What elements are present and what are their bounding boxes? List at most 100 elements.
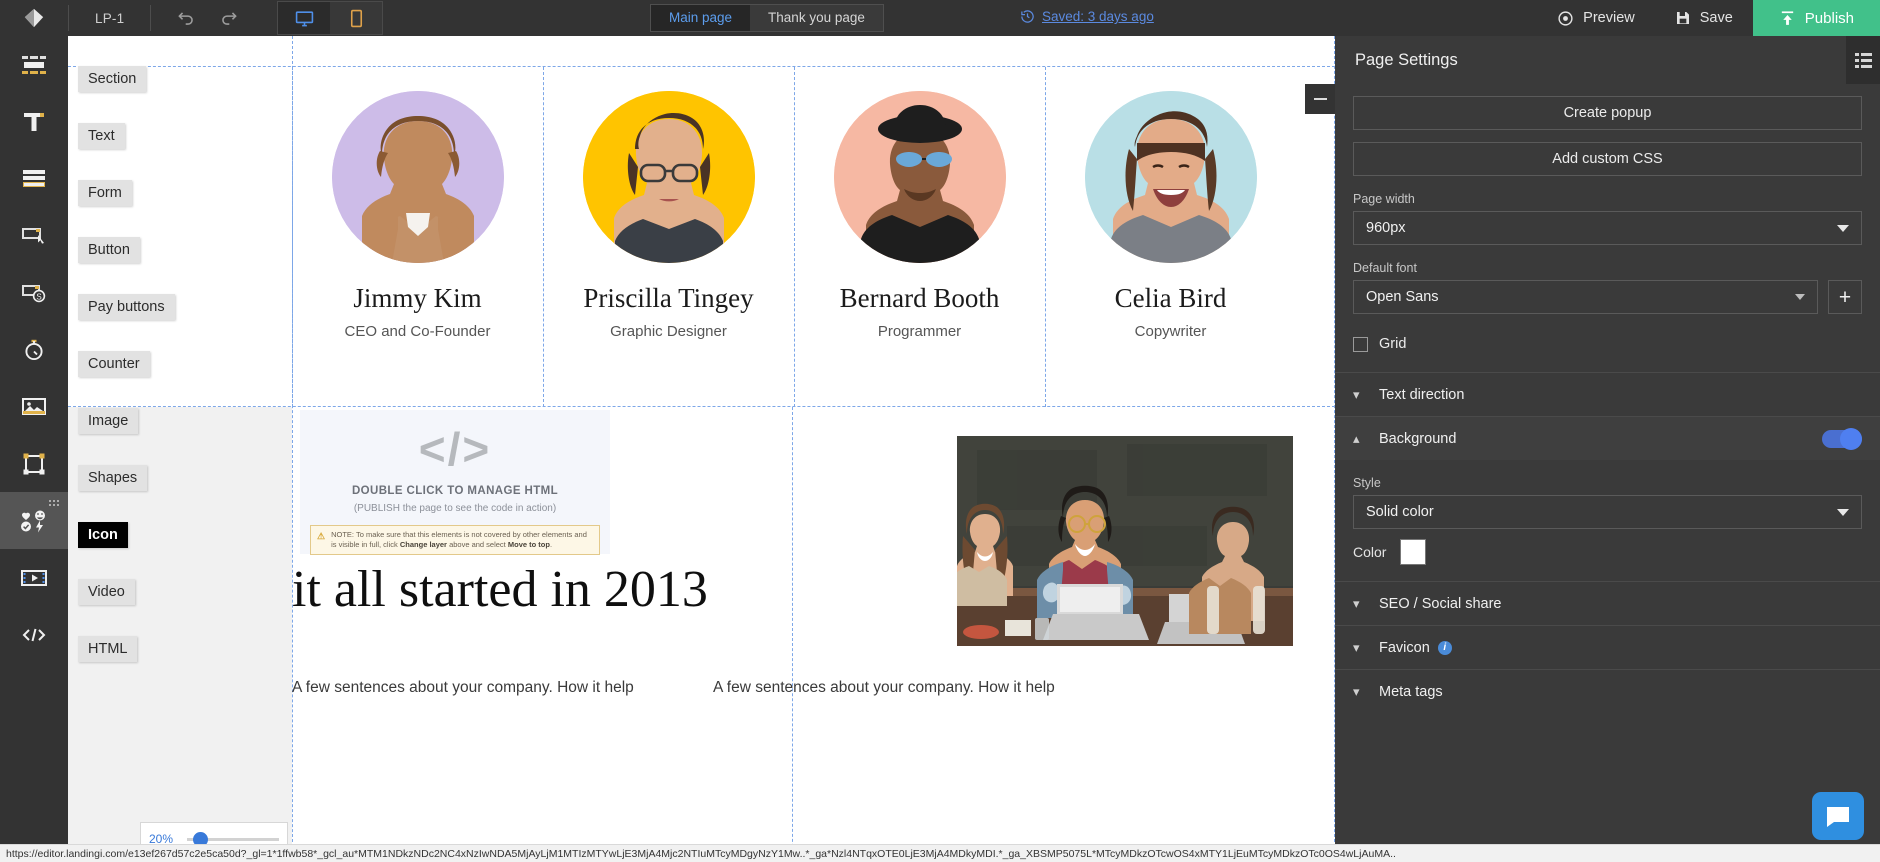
- grid-checkbox-row[interactable]: Grid: [1353, 336, 1862, 352]
- accordion-background[interactable]: ▴ Background: [1335, 416, 1880, 460]
- rail-item-button[interactable]: [0, 207, 68, 264]
- chevron-down-icon: ▾: [1353, 639, 1360, 655]
- team-member-card[interactable]: Celia Bird Copywriter: [1045, 67, 1295, 407]
- blurb-right[interactable]: A few sentences about your company. How …: [713, 676, 1083, 699]
- page-heading[interactable]: it all started in 2013: [292, 560, 708, 619]
- warning-icon: ⚠: [317, 531, 326, 541]
- button-cursor-icon: [22, 227, 44, 244]
- page-settings-title: Page Settings: [1355, 50, 1458, 69]
- chevron-up-icon: ▴: [1353, 430, 1360, 446]
- html-element-placeholder[interactable]: </> DOUBLE CLICK TO MANAGE HTML (PUBLISH…: [300, 410, 610, 556]
- grid-label: Grid: [1379, 336, 1407, 352]
- device-desktop-button[interactable]: [278, 2, 331, 34]
- note-bold-change-layer: Change layer: [399, 540, 447, 550]
- palette-item-image[interactable]: Image: [78, 407, 139, 434]
- grid-checkbox[interactable]: [1353, 336, 1368, 352]
- blurb-left[interactable]: A few sentences about your company. How …: [292, 676, 662, 699]
- palette-item-icon[interactable]: Icon: [78, 521, 128, 548]
- add-custom-css-button[interactable]: Add custom CSS: [1353, 142, 1862, 176]
- rail-item-html[interactable]: [0, 606, 68, 663]
- tab-thank-you-page[interactable]: Thank you page: [750, 5, 883, 31]
- panel-toggle-button[interactable]: [1846, 36, 1880, 84]
- team-member-card[interactable]: Priscilla Tingey Graphic Designer: [543, 67, 793, 407]
- accordion-seo-social-share[interactable]: ▾ SEO / Social share: [1335, 581, 1880, 625]
- default-font-select[interactable]: Open Sans: [1353, 280, 1818, 314]
- landingi-logo-icon: [24, 8, 44, 28]
- info-icon[interactable]: i: [1437, 640, 1452, 655]
- preview-label: Preview: [1583, 10, 1635, 26]
- mobile-phone-icon: [350, 9, 362, 27]
- saved-label: Saved: 3 days ago: [1042, 9, 1154, 24]
- team-member-role: Copywriter: [1134, 323, 1207, 340]
- rail-item-form[interactable]: [0, 150, 68, 207]
- rail-item-icon[interactable]: [0, 492, 68, 549]
- accordion-text-direction[interactable]: ▾ Text direction: [1335, 372, 1880, 416]
- guide-vertical: [792, 407, 793, 862]
- background-color-swatch[interactable]: [1400, 539, 1427, 565]
- page-width-select[interactable]: 960px: [1353, 211, 1862, 245]
- panel-list-icon: [1854, 52, 1872, 68]
- chat-bubble-icon: [1827, 807, 1849, 827]
- redo-button[interactable]: [215, 5, 241, 31]
- preview-button[interactable]: Preview: [1537, 0, 1655, 36]
- palette-item-pay-buttons[interactable]: Pay buttons: [78, 293, 175, 320]
- note-bold-move-to-top: Move to top: [507, 540, 550, 550]
- app-logo[interactable]: [0, 0, 68, 36]
- palette-row: Image: [78, 392, 258, 449]
- rail-item-shapes[interactable]: [0, 435, 68, 492]
- team-member-card[interactable]: Jimmy Kim CEO and Co-Founder: [292, 67, 542, 407]
- floppy-disk-icon: [1676, 12, 1689, 24]
- default-font-row: Open Sans +: [1353, 280, 1862, 314]
- rail-item-counter[interactable]: [0, 321, 68, 378]
- chevron-down-icon: ▾: [1353, 683, 1360, 699]
- portrait-illustration: [1084, 91, 1257, 263]
- project-name[interactable]: LP-1: [69, 11, 150, 26]
- stopwatch-icon: [25, 339, 43, 360]
- team-member-name: Priscilla Tingey: [583, 283, 754, 313]
- palette-item-form[interactable]: Form: [78, 179, 132, 206]
- eye-icon: [1558, 10, 1573, 26]
- team-member-card[interactable]: Bernard Booth Programmer: [794, 67, 1044, 407]
- create-popup-button[interactable]: Create popup: [1353, 96, 1862, 130]
- team-photo[interactable]: [957, 436, 1293, 646]
- rail-item-image[interactable]: [0, 378, 68, 435]
- html-widget-title: DOUBLE CLICK TO MANAGE HTML: [351, 485, 559, 497]
- editor-canvas[interactable]: Jimmy Kim CEO and Co-Founder Priscilla T…: [68, 36, 1335, 862]
- palette-item-video[interactable]: Video: [78, 578, 135, 605]
- device-mobile-button[interactable]: [330, 2, 383, 34]
- html-widget-note-text: NOTE: To make sure that this elements is…: [331, 530, 593, 550]
- undo-button[interactable]: [173, 5, 199, 31]
- status-bar-url: https://editor.landingi.com/e13ef267d57c…: [0, 844, 1880, 862]
- redo-icon: [222, 11, 237, 25]
- palette-item-text[interactable]: Text: [78, 122, 125, 149]
- section-layout-icon: [22, 55, 46, 74]
- publish-label: Publish: [1804, 9, 1854, 27]
- accordion-favicon[interactable]: ▾ Favicon i: [1335, 625, 1880, 669]
- html-widget-note: ⚠ NOTE: To make sure that this elements …: [310, 525, 600, 556]
- chat-support-button[interactable]: [1812, 792, 1864, 840]
- save-label: Save: [1699, 10, 1733, 26]
- background-color-label: Color: [1353, 544, 1387, 560]
- palette-item-button[interactable]: Button: [78, 236, 140, 263]
- palette-item-shapes[interactable]: Shapes: [78, 464, 148, 491]
- accordion-meta-tags[interactable]: ▾ Meta tags: [1335, 669, 1880, 713]
- team-section[interactable]: Jimmy Kim CEO and Co-Founder Priscilla T…: [292, 67, 1335, 407]
- desktop-monitor-icon: [295, 10, 314, 26]
- pay-dollar-icon: S: [22, 284, 46, 302]
- background-style-select[interactable]: Solid color: [1353, 495, 1862, 529]
- rail-item-text[interactable]: [0, 93, 68, 150]
- add-font-button[interactable]: +: [1828, 280, 1862, 314]
- publish-button[interactable]: Publish: [1752, 0, 1880, 36]
- rail-item-video[interactable]: [0, 549, 68, 606]
- tab-main-page[interactable]: Main page: [651, 5, 751, 31]
- palette-item-html[interactable]: HTML: [78, 635, 138, 662]
- palette-item-section[interactable]: Section: [78, 65, 147, 92]
- saved-status-link[interactable]: Saved: 3 days ago: [1020, 9, 1154, 24]
- background-toggle[interactable]: [1822, 427, 1862, 450]
- collapse-panel-button[interactable]: [1305, 84, 1335, 114]
- save-button[interactable]: Save: [1655, 0, 1753, 36]
- rail-item-pay-buttons[interactable]: S: [0, 264, 68, 321]
- palette-item-counter[interactable]: Counter: [78, 350, 150, 377]
- rail-item-section[interactable]: [0, 36, 68, 93]
- zoom-slider[interactable]: [187, 831, 279, 847]
